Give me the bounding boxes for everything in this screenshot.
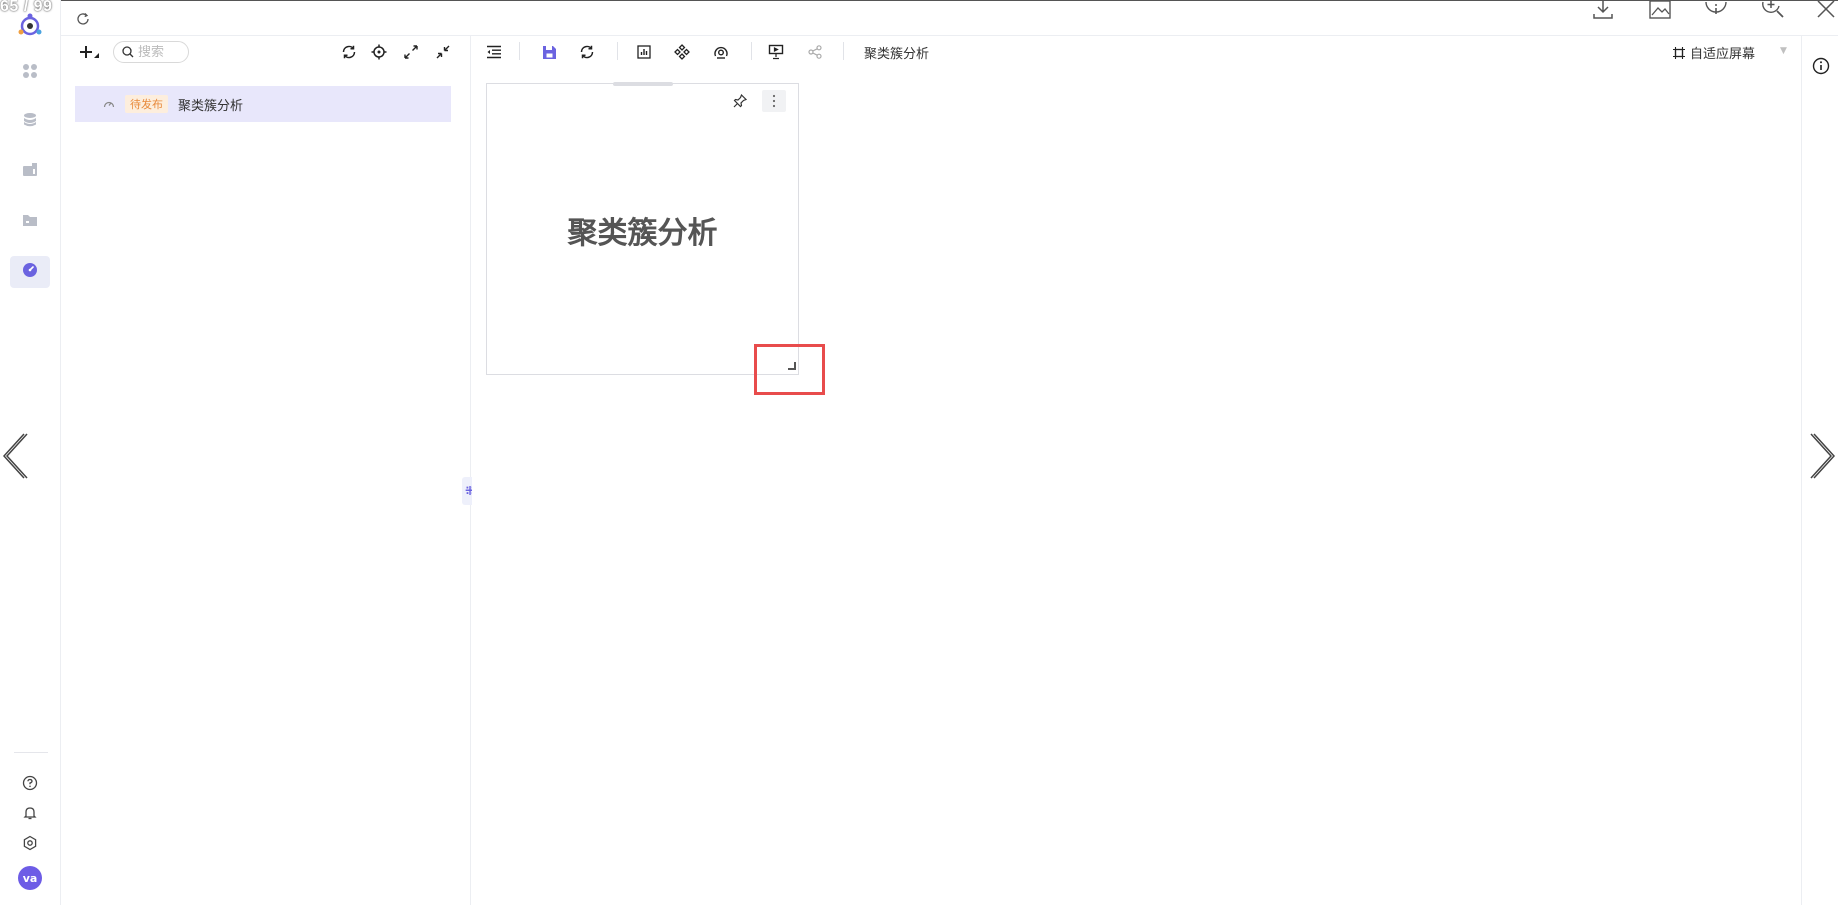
component-icon[interactable] xyxy=(672,42,692,62)
share-icon[interactable] xyxy=(805,42,825,62)
top-bar xyxy=(61,0,1838,36)
chevron-right-icon[interactable] xyxy=(1808,432,1838,480)
toolbar-separator xyxy=(617,42,618,60)
chart-icon[interactable] xyxy=(634,42,654,62)
search-icon xyxy=(122,46,134,58)
rail-reports[interactable] xyxy=(10,156,50,188)
status-badge: 待发布 xyxy=(125,95,168,113)
info-icon[interactable] xyxy=(1810,55,1832,77)
tree-item[interactable]: 待发布 聚类簇分析 xyxy=(75,86,451,122)
user-avatar[interactable]: va xyxy=(18,866,42,890)
fit-screen-select[interactable]: 自适应屏幕 xyxy=(1673,43,1755,62)
dashboard-gauge-icon xyxy=(103,98,115,110)
dashboard-icon xyxy=(22,262,38,282)
sync-icon[interactable] xyxy=(339,42,359,62)
pin-icon[interactable] xyxy=(728,90,752,112)
widget-drag-handle[interactable] xyxy=(613,82,673,86)
toolbar-separator xyxy=(751,42,752,60)
outdent-icon[interactable] xyxy=(484,42,504,62)
dashboard-title: 聚类簇分析 xyxy=(864,47,930,62)
search-input[interactable] xyxy=(138,44,184,60)
chart-box-icon xyxy=(22,162,38,182)
search-box[interactable] xyxy=(113,41,189,63)
chevron-down-icon[interactable]: ▼ xyxy=(1780,46,1787,56)
rail-files[interactable] xyxy=(10,206,50,238)
expand-icon[interactable] xyxy=(401,42,421,62)
rail-database[interactable] xyxy=(10,106,50,138)
chevron-left-icon[interactable] xyxy=(0,432,30,480)
fit-screen-label: 自适应屏幕 xyxy=(1690,47,1756,62)
save-icon[interactable] xyxy=(539,42,559,62)
radar-icon[interactable] xyxy=(711,42,731,62)
reload-icon[interactable] xyxy=(577,42,597,62)
collapse-icon[interactable] xyxy=(433,42,453,62)
settings-icon[interactable] xyxy=(18,831,42,855)
viewer-page-counter: 65 / 99 xyxy=(0,0,53,15)
locate-icon[interactable] xyxy=(369,42,389,62)
annotation-highlight-box xyxy=(754,344,825,395)
present-icon[interactable] xyxy=(766,42,786,62)
help-icon[interactable] xyxy=(18,771,42,795)
image-icon[interactable] xyxy=(1648,0,1672,20)
rail-apps[interactable] xyxy=(10,57,50,89)
refresh-icon[interactable] xyxy=(73,9,93,29)
viewer-info-icon[interactable] xyxy=(1703,0,1729,20)
fit-screen-icon xyxy=(1673,46,1685,59)
rail-divider xyxy=(14,752,48,753)
close-icon[interactable] xyxy=(1815,0,1837,20)
database-icon xyxy=(22,112,38,132)
rail-dashboards[interactable] xyxy=(10,256,50,288)
dashboard-tree-panel xyxy=(61,36,471,905)
tree-item-label: 聚类簇分析 xyxy=(178,98,244,114)
bell-icon[interactable] xyxy=(18,801,42,825)
apps-icon xyxy=(22,63,38,83)
zoom-in-icon[interactable] xyxy=(1761,0,1785,20)
widget-title: 聚类簇分析 xyxy=(567,216,718,251)
folder-icon xyxy=(22,212,38,232)
more-icon[interactable] xyxy=(762,90,786,112)
toolbar-separator xyxy=(843,42,844,60)
download-icon[interactable] xyxy=(1591,0,1615,20)
add-icon[interactable] xyxy=(78,42,102,62)
toolbar-separator xyxy=(519,42,520,60)
